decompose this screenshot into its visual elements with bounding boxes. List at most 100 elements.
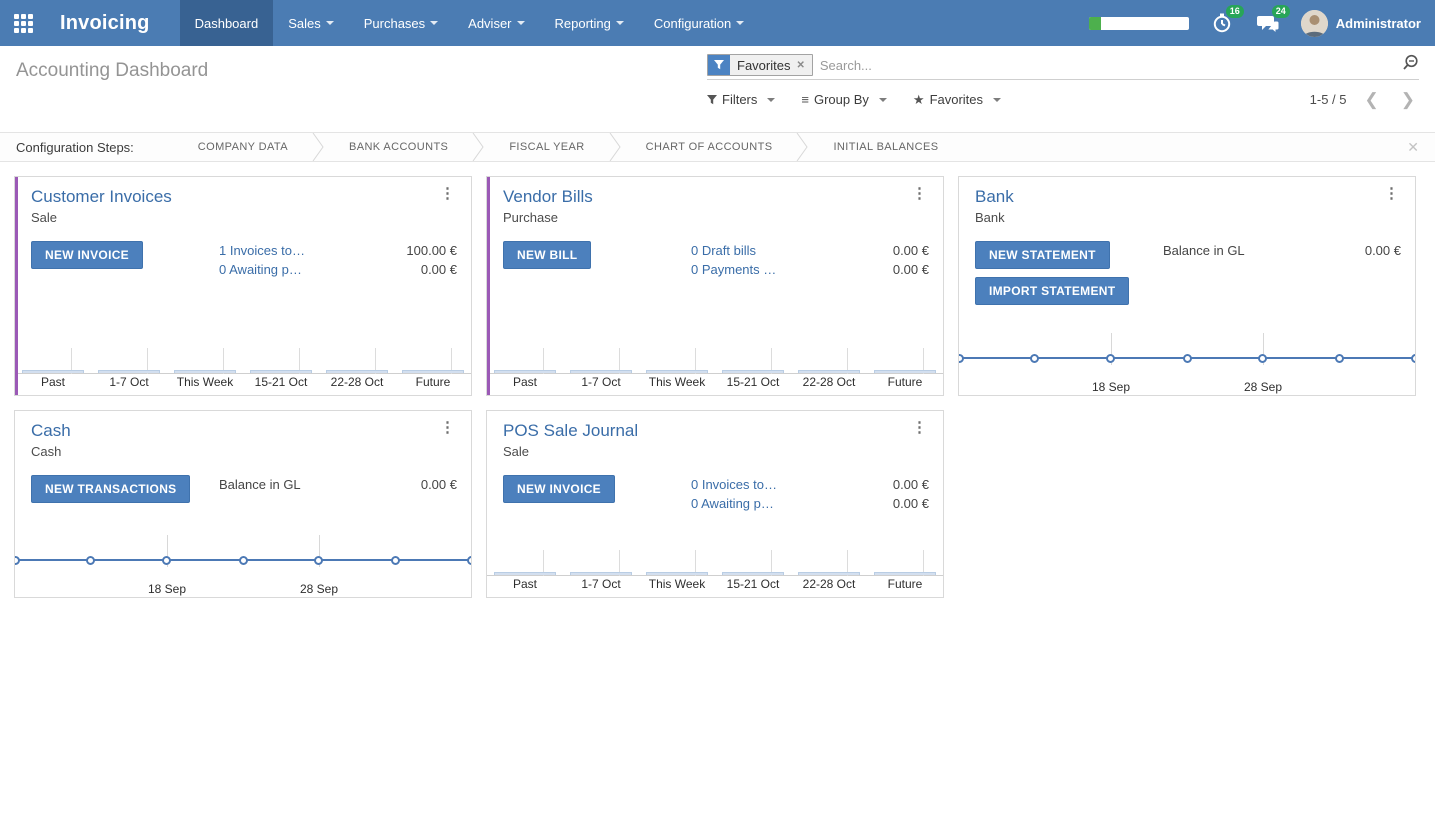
chevron-down-icon bbox=[736, 21, 744, 25]
filter-funnel-icon bbox=[707, 95, 717, 105]
step-fiscal-year[interactable]: FISCAL YEAR bbox=[485, 141, 608, 153]
new-invoice-button[interactable]: NEW INVOICE bbox=[31, 241, 143, 269]
x-axis-label: 18 Sep bbox=[1092, 380, 1130, 394]
stat-amount: 0.00 € bbox=[893, 494, 929, 513]
search-block: Favorites ✕ Filters ≡ Group By bbox=[707, 54, 1419, 132]
data-point-marker bbox=[162, 556, 171, 565]
mini-line-chart: 18 Sep28 Sep bbox=[15, 529, 471, 597]
apps-menu-icon[interactable] bbox=[0, 0, 46, 46]
menu-item-dashboard[interactable]: Dashboard bbox=[180, 0, 274, 46]
card-title[interactable]: Cash bbox=[31, 421, 438, 441]
stat-link[interactable]: 0 Invoices to… bbox=[691, 475, 777, 494]
group-by-button[interactable]: ≡ Group By bbox=[801, 92, 887, 107]
user-menu[interactable]: Administrator bbox=[1301, 10, 1421, 37]
search-bar[interactable]: Favorites ✕ bbox=[707, 54, 1419, 80]
control-panel: Accounting Dashboard Favorites ✕ bbox=[0, 46, 1435, 132]
step-separator-icon bbox=[472, 133, 485, 161]
step-separator-icon bbox=[609, 133, 622, 161]
chevron-down-icon bbox=[616, 21, 624, 25]
search-facet-favorites[interactable]: Favorites ✕ bbox=[707, 54, 813, 76]
user-name: Administrator bbox=[1336, 16, 1421, 31]
kebab-menu-icon[interactable]: ⋮ bbox=[910, 187, 929, 201]
app-brand-title[interactable]: Invoicing bbox=[46, 0, 180, 46]
pager-value: 1-5 / 5 bbox=[1310, 92, 1347, 107]
x-axis-label: 28 Sep bbox=[1244, 380, 1282, 394]
close-icon[interactable]: ✕ bbox=[1407, 139, 1419, 156]
menu-item-sales[interactable]: Sales bbox=[273, 0, 349, 46]
config-steps-label: Configuration Steps: bbox=[16, 140, 134, 155]
data-point-marker bbox=[958, 354, 964, 363]
x-axis-label: 15-21 Oct bbox=[715, 375, 791, 395]
stat-link[interactable]: 1 Invoices to… bbox=[219, 241, 305, 260]
messages-icon[interactable]: 24 bbox=[1255, 10, 1281, 36]
menu-item-reporting[interactable]: Reporting bbox=[540, 0, 639, 46]
main-menu: Dashboard Sales Purchases Adviser Report… bbox=[180, 0, 760, 46]
pager-previous-icon[interactable]: ❮ bbox=[1361, 91, 1383, 108]
x-axis-label: 18 Sep bbox=[148, 582, 186, 596]
import-statement-button[interactable]: IMPORT STATEMENT bbox=[975, 277, 1129, 305]
menu-item-purchases[interactable]: Purchases bbox=[349, 0, 453, 46]
data-point-marker bbox=[1106, 354, 1115, 363]
step-company-data[interactable]: COMPANY DATA bbox=[174, 141, 312, 153]
data-point-marker bbox=[86, 556, 95, 565]
chevron-down-icon bbox=[993, 98, 1001, 102]
new-invoice-button[interactable]: NEW INVOICE bbox=[503, 475, 615, 503]
chevron-down-icon bbox=[767, 98, 775, 102]
menu-item-configuration[interactable]: Configuration bbox=[639, 0, 759, 46]
x-axis-label: 22-28 Oct bbox=[319, 375, 395, 395]
chevron-down-icon bbox=[430, 21, 438, 25]
new-bill-button[interactable]: NEW BILL bbox=[503, 241, 591, 269]
card-subtitle: Bank bbox=[975, 210, 1382, 225]
card-title[interactable]: Bank bbox=[975, 187, 1382, 207]
stat-link[interactable]: 0 Draft bills bbox=[691, 241, 756, 260]
stat-amount: 0.00 € bbox=[893, 475, 929, 494]
new-statement-button[interactable]: NEW STATEMENT bbox=[975, 241, 1110, 269]
menu-item-adviser[interactable]: Adviser bbox=[453, 0, 539, 46]
new-transactions-button[interactable]: NEW TRANSACTIONS bbox=[31, 475, 190, 503]
card-title[interactable]: Vendor Bills bbox=[503, 187, 910, 207]
kebab-menu-icon[interactable]: ⋮ bbox=[438, 187, 457, 201]
card-pos-sale-journal: POS Sale Journal Sale ⋮ NEW INVOICE 0 In… bbox=[486, 410, 944, 598]
dashboard-kanban: Customer Invoices Sale ⋮ NEW INVOICE 1 I… bbox=[0, 162, 1435, 612]
chevron-down-icon bbox=[879, 98, 887, 102]
configuration-steps-bar: Configuration Steps: COMPANY DATA BANK A… bbox=[0, 132, 1435, 162]
grid-icon bbox=[14, 14, 33, 33]
step-initial-balances[interactable]: INITIAL BALANCES bbox=[809, 141, 962, 153]
activity-clock-icon[interactable]: 16 bbox=[1209, 10, 1235, 36]
filter-funnel-icon bbox=[708, 55, 730, 75]
stat-link[interactable]: 0 Payments … bbox=[691, 260, 776, 279]
progress-fill bbox=[1089, 17, 1101, 30]
kebab-menu-icon[interactable]: ⋮ bbox=[910, 421, 929, 435]
facet-remove-icon[interactable]: ✕ bbox=[796, 60, 804, 71]
pager-next-icon[interactable]: ❯ bbox=[1397, 91, 1419, 108]
step-chart-of-accounts[interactable]: CHART OF ACCOUNTS bbox=[622, 141, 797, 153]
card-title[interactable]: POS Sale Journal bbox=[503, 421, 910, 441]
data-point-marker bbox=[1183, 354, 1192, 363]
filters-button[interactable]: Filters bbox=[707, 92, 775, 107]
stat-amount: 0.00 € bbox=[1365, 241, 1401, 260]
facet-label: Favorites bbox=[737, 58, 790, 73]
x-axis-label: 1-7 Oct bbox=[563, 577, 639, 597]
kebab-menu-icon[interactable]: ⋮ bbox=[1382, 187, 1401, 201]
step-separator-icon bbox=[796, 133, 809, 161]
search-input[interactable] bbox=[820, 58, 1394, 73]
planner-progress-bar[interactable] bbox=[1089, 17, 1189, 30]
top-navbar: Invoicing Dashboard Sales Purchases Advi… bbox=[0, 0, 1435, 46]
card-title[interactable]: Customer Invoices bbox=[31, 187, 438, 207]
stat-link[interactable]: 0 Awaiting p… bbox=[219, 260, 302, 279]
card-customer-invoices: Customer Invoices Sale ⋮ NEW INVOICE 1 I… bbox=[14, 176, 472, 396]
balance-label: Balance in GL bbox=[219, 475, 301, 494]
breadcrumb: Accounting Dashboard bbox=[16, 54, 208, 132]
favorites-button[interactable]: ★ Favorites bbox=[913, 92, 1001, 108]
mini-line-chart: 18 Sep 28 Sep bbox=[959, 327, 1415, 395]
data-point-marker bbox=[1411, 354, 1417, 363]
data-point-marker bbox=[239, 556, 248, 565]
kebab-menu-icon[interactable]: ⋮ bbox=[438, 421, 457, 435]
message-count-badge: 24 bbox=[1272, 5, 1290, 18]
data-point-marker bbox=[391, 556, 400, 565]
search-magnifier-icon[interactable] bbox=[1402, 54, 1419, 76]
stat-link[interactable]: 0 Awaiting p… bbox=[691, 494, 774, 513]
data-point-marker bbox=[1030, 354, 1039, 363]
step-separator-icon bbox=[312, 133, 325, 161]
step-bank-accounts[interactable]: BANK ACCOUNTS bbox=[325, 141, 472, 153]
